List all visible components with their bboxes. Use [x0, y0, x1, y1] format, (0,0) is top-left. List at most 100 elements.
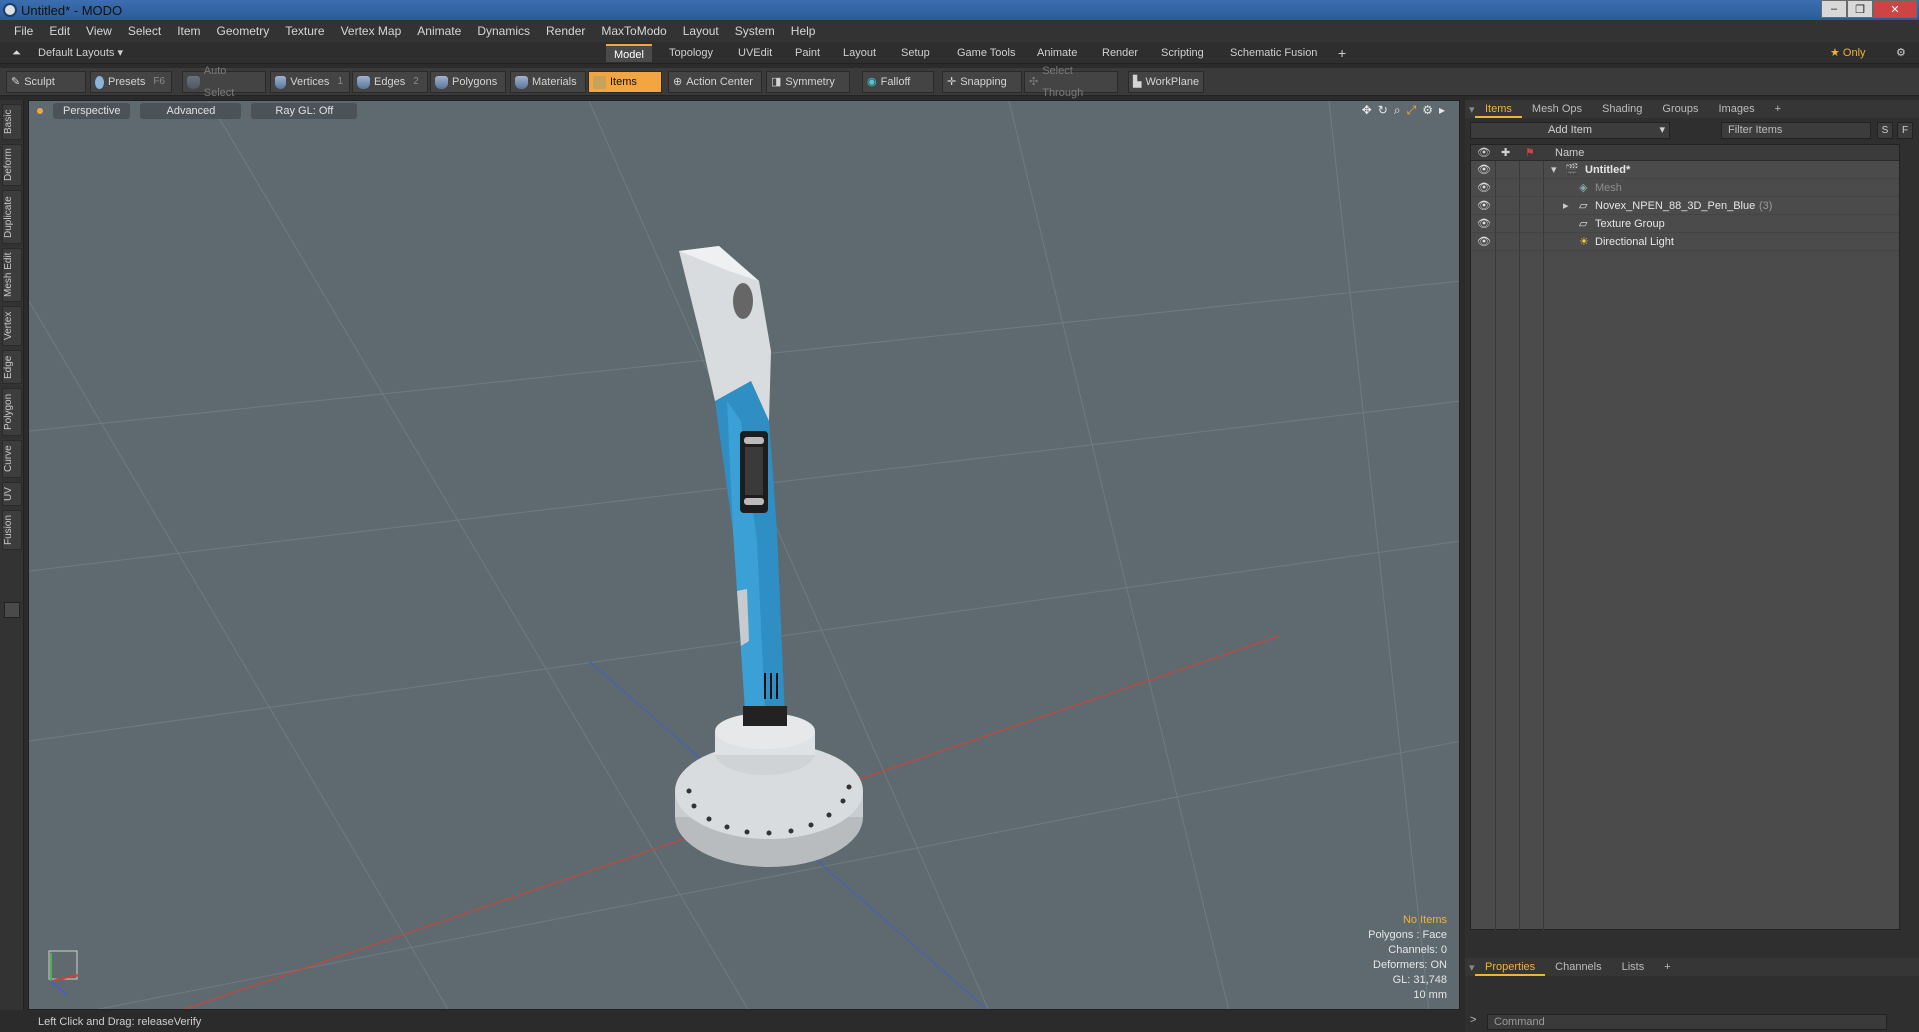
menu-maxtomodo[interactable]: MaxToModo — [593, 24, 674, 38]
unit-info: 10 mm — [1413, 989, 1447, 1001]
tab-channels[interactable]: Channels — [1545, 958, 1611, 976]
menu-animate[interactable]: Animate — [409, 24, 469, 38]
tab-images[interactable]: Images — [1709, 100, 1765, 118]
tab-shading[interactable]: Shading — [1592, 100, 1652, 118]
tab-scripting[interactable]: Scripting — [1153, 44, 1212, 62]
menu-dynamics[interactable]: Dynamics — [469, 24, 538, 38]
pan-icon[interactable]: ✥ — [1362, 103, 1372, 118]
gear-icon[interactable]: ⚙ — [1888, 44, 1914, 62]
menu-edit[interactable]: Edit — [41, 24, 78, 38]
menu-item[interactable]: Item — [169, 24, 208, 38]
select-through-button[interactable]: ✣ Select Through — [1024, 65, 1118, 99]
tab-game-tools[interactable]: Game Tools — [949, 44, 1024, 62]
only-toggle[interactable]: ★ Only — [1822, 44, 1874, 62]
tab-layout[interactable]: Layout — [835, 44, 884, 62]
filter-s-button[interactable]: S — [1877, 122, 1893, 139]
menu-system[interactable]: System — [727, 24, 783, 38]
add-tab-plus-icon[interactable]: + — [1654, 958, 1680, 976]
eye-icon[interactable]: 👁 — [1477, 161, 1491, 179]
menu-file[interactable]: File — [6, 24, 41, 38]
edges-button[interactable]: Edges 2 — [352, 71, 428, 93]
close-button[interactable]: ✕ — [1873, 0, 1917, 18]
eye-icon[interactable]: 👁 — [1477, 179, 1491, 197]
panel-menu-icon[interactable]: ▾ — [1465, 103, 1475, 116]
tree-row-mesh[interactable]: 👁 ◈ Mesh — [1471, 179, 1899, 197]
menu-select[interactable]: Select — [120, 24, 169, 38]
add-layout-plus-icon[interactable]: + — [1330, 44, 1354, 62]
tab-vertex[interactable]: Vertex — [2, 306, 22, 346]
action-center-button[interactable]: ⊕ Action Center — [668, 71, 762, 93]
eye-icon[interactable]: 👁 — [1477, 215, 1491, 233]
menu-vertex-map[interactable]: Vertex Map — [333, 24, 410, 38]
3d-viewport[interactable]: Perspective Advanced Ray GL: Off ✥ ↻ ⌕ ⤢… — [28, 100, 1460, 1010]
tab-groups[interactable]: Groups — [1652, 100, 1708, 118]
presets-button[interactable]: Presets F6 — [90, 71, 172, 93]
workplane-button[interactable]: ▙ WorkPlane — [1128, 71, 1204, 93]
tab-model[interactable]: Model — [606, 44, 652, 62]
expand-arrow-icon[interactable]: ▸ — [1563, 197, 1569, 215]
zoom-icon[interactable]: ⌕ — [1394, 103, 1401, 118]
tab-paint[interactable]: Paint — [787, 44, 828, 62]
tab-fusion[interactable]: Fusion — [2, 510, 22, 550]
menu-render[interactable]: Render — [538, 24, 593, 38]
falloff-button[interactable]: ◉ Falloff — [862, 71, 934, 93]
column-name-header[interactable]: Name — [1555, 145, 1584, 161]
tab-edge[interactable]: Edge — [2, 350, 22, 384]
menu-texture[interactable]: Texture — [277, 24, 332, 38]
collapse-arrow-icon[interactable]: ▾ — [1551, 161, 1557, 179]
tree-row-novex-pen[interactable]: 👁 ▸ ▱ Novex_NPEN_88_3D_Pen_Blue (3) — [1471, 197, 1899, 215]
vertices-button[interactable]: Vertices 1 — [270, 71, 350, 93]
menu-geometry[interactable]: Geometry — [209, 24, 278, 38]
layout-arrow-icon[interactable]: ⏶ — [4, 44, 29, 62]
tab-toggle-square[interactable] — [4, 602, 20, 618]
tab-setup[interactable]: Setup — [893, 44, 938, 62]
sculpt-button[interactable]: ✎ Sculpt — [6, 71, 86, 93]
expand-arrow-icon[interactable]: ▸ — [1439, 103, 1445, 118]
command-input[interactable]: Command — [1487, 1014, 1887, 1030]
view-perspective-button[interactable]: Perspective — [53, 103, 131, 119]
panel-menu-icon[interactable]: ▾ — [1465, 961, 1475, 974]
minimize-button[interactable]: – — [1821, 0, 1847, 18]
item-list-tree[interactable]: 👁 ✚ ⚑ Name 👁 ▾ 🎬 Untitled* 👁 ◈ Mesh 👁 ▸ … — [1470, 144, 1900, 931]
menu-help[interactable]: Help — [783, 24, 824, 38]
tab-lists[interactable]: Lists — [1612, 958, 1655, 976]
maximize-button[interactable]: ❐ — [1847, 0, 1873, 18]
tab-basic[interactable]: Basic — [2, 104, 22, 140]
tab-mesh-edit[interactable]: Mesh Edit — [2, 248, 22, 302]
add-item-dropdown[interactable]: Add Item ▾ — [1470, 122, 1670, 139]
menu-view[interactable]: View — [78, 24, 120, 38]
viewport-status-dot — [37, 108, 43, 114]
tab-polygon[interactable]: Polygon — [2, 388, 22, 436]
items-button[interactable]: Items — [588, 71, 662, 93]
tab-duplicate[interactable]: Duplicate — [2, 190, 22, 244]
view-advanced-button[interactable]: Advanced — [140, 103, 242, 119]
eye-icon[interactable]: 👁 — [1477, 197, 1491, 215]
tab-uvedit[interactable]: UVEdit — [730, 44, 780, 62]
polygons-button[interactable]: Polygons — [430, 71, 506, 93]
tree-row-directional-light[interactable]: 👁 ☀ Directional Light — [1471, 233, 1899, 251]
tab-properties[interactable]: Properties — [1475, 958, 1546, 976]
auto-select-button[interactable]: Auto Select — [182, 65, 266, 99]
filter-items-input[interactable]: Filter Items — [1721, 122, 1871, 139]
snapping-button[interactable]: ✛ Snapping — [942, 71, 1022, 93]
fit-icon[interactable]: ⤢ — [1407, 103, 1417, 118]
settings-icon[interactable]: ⚙ — [1422, 103, 1433, 118]
tab-uv[interactable]: UV — [2, 482, 22, 506]
tree-row-texture-group[interactable]: 👁 ▱ Texture Group — [1471, 215, 1899, 233]
symmetry-button[interactable]: ◨ Symmetry — [766, 71, 850, 93]
default-layouts-dropdown[interactable]: Default Layouts ▾ — [30, 44, 131, 62]
tree-row-untitled[interactable]: 👁 ▾ 🎬 Untitled* — [1471, 161, 1899, 179]
eye-icon[interactable]: 👁 — [1477, 233, 1491, 251]
menu-layout[interactable]: Layout — [675, 24, 727, 38]
rotate-icon[interactable]: ↻ — [1378, 103, 1388, 118]
raygl-toggle[interactable]: Ray GL: Off — [251, 103, 358, 119]
tab-mesh-ops[interactable]: Mesh Ops — [1522, 100, 1592, 118]
filter-f-button[interactable]: F — [1897, 122, 1913, 139]
materials-button[interactable]: Materials — [510, 71, 586, 93]
tab-deform[interactable]: Deform — [2, 144, 22, 186]
tab-curve[interactable]: Curve — [2, 440, 22, 478]
tab-items[interactable]: Items — [1475, 100, 1522, 118]
tab-schematic-fusion[interactable]: Schematic Fusion — [1222, 44, 1325, 62]
add-tab-plus-icon[interactable]: + — [1765, 100, 1791, 118]
tab-topology[interactable]: Topology — [661, 44, 721, 62]
